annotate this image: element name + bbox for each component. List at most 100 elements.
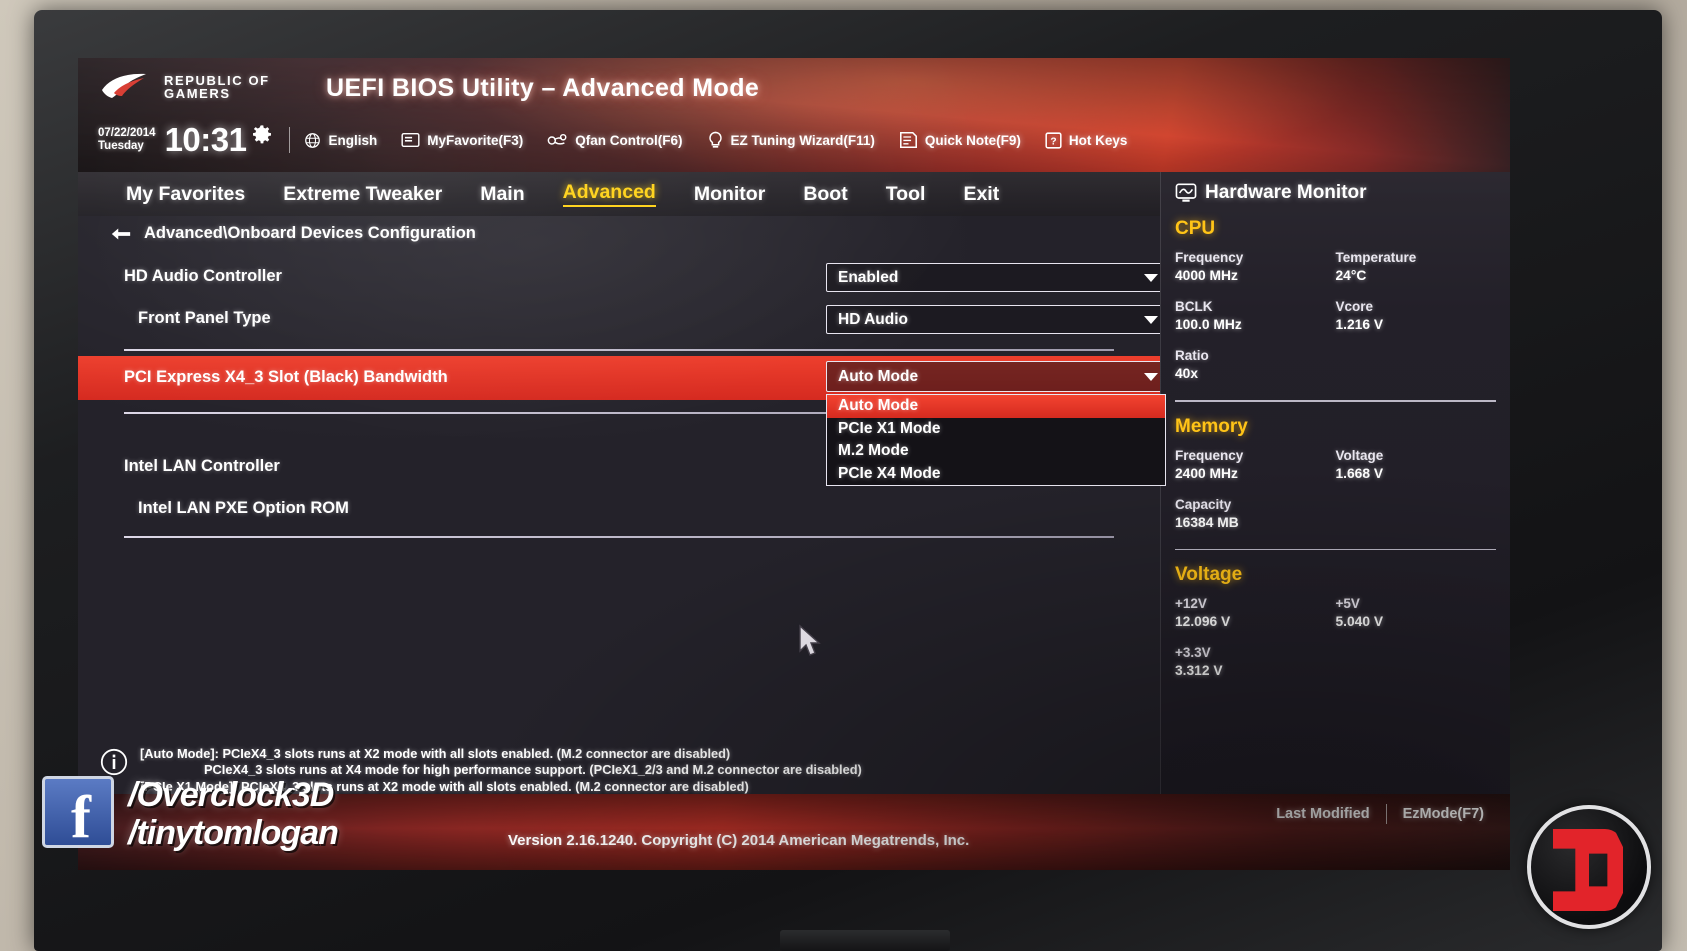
hw-item-3v3: +3.3V 3.312 V <box>1175 644 1336 680</box>
ez-tuning-wizard-button[interactable]: EZ Tuning Wizard(F11) <box>707 131 875 150</box>
tab-tool[interactable]: Tool <box>886 183 926 206</box>
hw-value: 5.040 V <box>1335 614 1384 629</box>
social-handle-tinytomlogan: /tinytomlogan <box>128 814 339 852</box>
back-arrow-icon[interactable] <box>110 226 132 242</box>
gear-icon[interactable] <box>251 124 273 146</box>
row-front-panel-type[interactable]: Front Panel Type HD Audio <box>78 300 1166 340</box>
hw-key: +3.3V <box>1175 645 1211 660</box>
quick-note-label: Quick Note(F9) <box>924 132 1021 148</box>
hardware-monitor-panel: Hardware Monitor CPU Frequency 4000 MHz … <box>1160 172 1510 870</box>
hw-section-memory: Memory Frequency 2400 MHz Voltage 1.668 … <box>1161 416 1510 545</box>
myfavorite-label: MyFavorite(F3) <box>427 132 524 148</box>
breadcrumb[interactable]: Advanced\Onboard Devices Configuration <box>110 224 476 243</box>
row-hd-audio-controller[interactable]: HD Audio Controller Enabled <box>78 258 1166 298</box>
hw-item-5v: +5V 5.040 V <box>1336 595 1497 631</box>
tab-exit[interactable]: Exit <box>963 183 999 206</box>
hw-value: 4000 MHz <box>1175 268 1238 283</box>
hw-value: 1.216 V <box>1335 317 1384 332</box>
hardware-monitor-title: Hardware Monitor <box>1161 172 1510 204</box>
hw-value: 24°C <box>1335 268 1367 283</box>
myfavorite-button[interactable]: MyFavorite(F3) <box>401 132 523 148</box>
tab-main[interactable]: Main <box>480 183 524 206</box>
globe-icon <box>305 132 321 148</box>
hw-value: 16384 MB <box>1175 514 1239 530</box>
divider <box>1175 548 1496 550</box>
ezmode-button[interactable]: EzMode(F7) <box>1403 806 1484 822</box>
date-display: 07/22/2014 Tuesday <box>98 127 156 153</box>
breadcrumb-text: Advanced\Onboard Devices Configuration <box>144 224 476 242</box>
mouse-cursor <box>799 624 821 656</box>
hw-item-memory-voltage: Voltage 1.668 V <box>1336 447 1497 483</box>
tab-advanced[interactable]: Advanced <box>562 181 656 207</box>
hw-item-memory-capacity: Capacity 16384 MB <box>1175 496 1336 532</box>
myfavorite-icon <box>401 132 420 148</box>
hw-key: +5V <box>1335 596 1360 611</box>
dropdown-option-pcie-x4-mode[interactable]: PCIe X4 Mode <box>827 463 1165 486</box>
qfan-control-button[interactable]: Qfan Control(F6) <box>547 132 683 149</box>
hw-value: 1.668 V <box>1335 465 1384 481</box>
row-label: Intel LAN PXE Option ROM <box>138 499 349 517</box>
hw-item-cpu-frequency: Frequency 4000 MHz <box>1175 249 1336 285</box>
hot-keys-button[interactable]: ? Hot Keys <box>1045 131 1128 149</box>
clock-time: 10:31 <box>164 121 247 158</box>
date-value: 07/22/2014 <box>98 127 156 139</box>
hw-item-ratio: Ratio 40x <box>1175 347 1336 383</box>
hw-key: Ratio <box>1175 348 1209 363</box>
select-value: Enabled <box>838 268 899 286</box>
row-label: HD Audio Controller <box>124 267 282 285</box>
hotkeys-icon: ? <box>1045 131 1062 149</box>
quick-note-button[interactable]: Quick Note(F9) <box>899 131 1021 149</box>
dropdown-option-auto-mode[interactable]: Auto Mode <box>827 395 1165 418</box>
select-value: HD Audio <box>838 310 909 328</box>
hardware-monitor-icon <box>1175 183 1197 202</box>
hw-value: 3.312 V <box>1175 663 1223 678</box>
divider <box>124 536 1114 538</box>
rog-logo: REPUBLIC OF GAMERS <box>100 72 270 102</box>
dropdown-option-m2-mode[interactable]: M.2 Mode <box>827 440 1165 463</box>
main-nav: My Favorites Extreme Tweaker Main Advanc… <box>78 172 1160 216</box>
note-icon <box>899 131 917 149</box>
language-selector[interactable]: English <box>304 132 377 149</box>
rog-wordmark: REPUBLIC OF GAMERS <box>164 74 270 100</box>
ez-tuning-wizard-label: EZ Tuning Wizard(F11) <box>730 132 875 148</box>
status-toolbar: 07/22/2014 Tuesday 10:31 English MyFavor… <box>98 118 1151 162</box>
hw-key: Frequency <box>1175 250 1244 265</box>
social-handle-overclock3d: /Overclock3D <box>128 776 334 814</box>
last-modified-button[interactable]: Last Modified <box>1276 806 1369 822</box>
pci-express-bandwidth-select[interactable]: Auto Mode <box>826 361 1166 392</box>
photographed-monitor-scene: REPUBLIC OF GAMERS UEFI BIOS Utility – A… <box>0 0 1687 951</box>
page-title: UEFI BIOS Utility – Advanced Mode <box>326 74 760 102</box>
footer-divider <box>1385 804 1387 824</box>
divider <box>124 349 1114 351</box>
row-label: Front Panel Type <box>138 309 271 327</box>
tab-monitor[interactable]: Monitor <box>694 183 765 206</box>
hw-value: 40x <box>1175 366 1199 381</box>
row-label: Intel LAN Controller <box>124 457 280 475</box>
dropdown-option-pcie-x1-mode[interactable]: PCIe X1 Mode <box>827 418 1165 441</box>
chevron-down-icon <box>1144 273 1158 282</box>
hw-section-voltage: Voltage +12V 12.096 V +5V 5.040 V +3.3V … <box>1161 564 1510 693</box>
front-panel-type-select[interactable]: HD Audio <box>826 305 1166 334</box>
hot-keys-label: Hot Keys <box>1068 132 1128 148</box>
hw-section-cpu: CPU Frequency 4000 MHz Temperature 24°C … <box>1161 218 1510 396</box>
chevron-down-icon <box>1144 315 1158 324</box>
tab-extreme-tweaker[interactable]: Extreme Tweaker <box>283 183 442 206</box>
oc3d-logo <box>1527 805 1651 929</box>
bandwidth-dropdown-list[interactable]: Auto Mode PCIe X1 Mode M.2 Mode PCIe X4 … <box>826 394 1166 486</box>
hw-value: 12.096 V <box>1175 614 1231 629</box>
hardware-monitor-label: Hardware Monitor <box>1205 182 1367 203</box>
tab-boot[interactable]: Boot <box>803 183 847 206</box>
toolbar-divider <box>289 127 291 153</box>
row-intel-lan-pxe-option-rom[interactable]: Intel LAN PXE Option ROM <box>78 490 1160 530</box>
hw-key: Voltage <box>1335 447 1384 463</box>
hw-section-title: Memory <box>1175 415 1248 437</box>
hw-item-bclk: BCLK 100.0 MHz <box>1175 298 1336 334</box>
hd-audio-controller-select[interactable]: Enabled <box>826 263 1166 292</box>
version-text: Version 2.16.1240. Copyright (C) 2014 Am… <box>508 832 970 849</box>
hw-key: BCLK <box>1175 299 1213 314</box>
tab-my-favorites[interactable]: My Favorites <box>126 183 245 206</box>
facebook-icon[interactable] <box>42 776 114 852</box>
hw-item-cpu-temperature: Temperature 24°C <box>1336 249 1497 285</box>
hw-section-title: Voltage <box>1175 564 1243 585</box>
hw-key: Frequency <box>1175 447 1244 463</box>
